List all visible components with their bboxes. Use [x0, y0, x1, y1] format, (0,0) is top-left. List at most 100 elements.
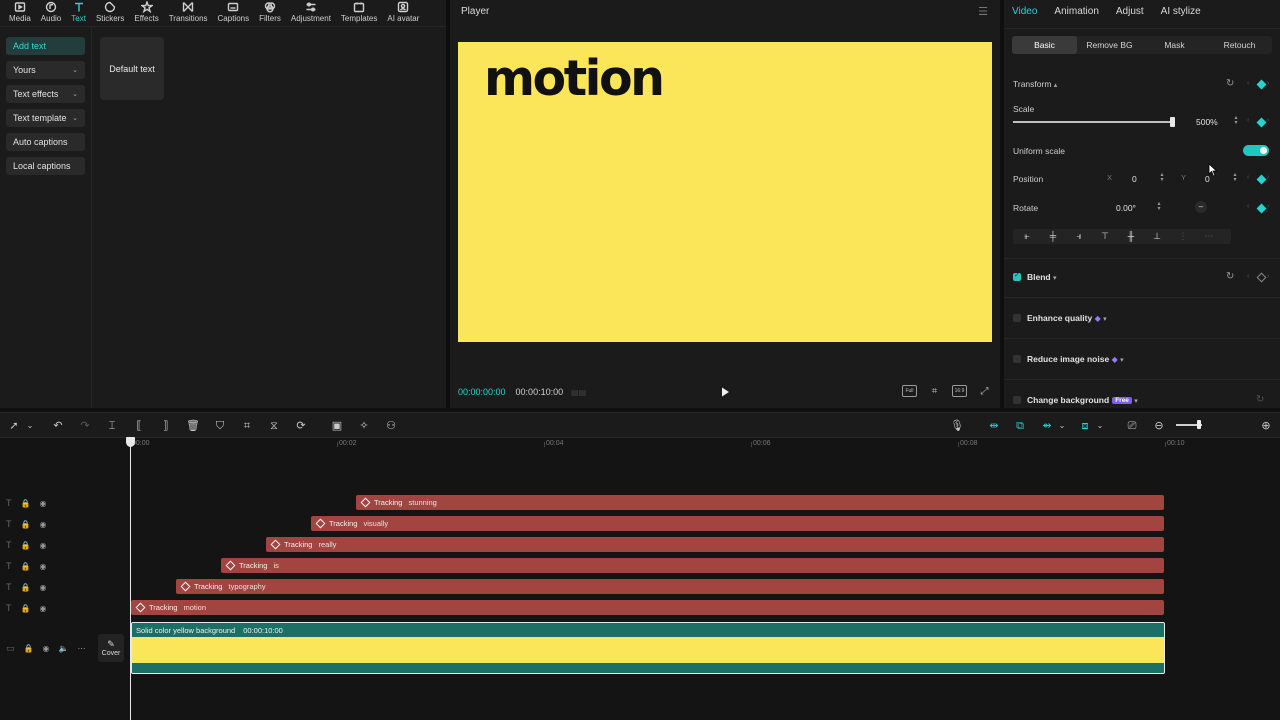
mirror-icon[interactable]: ⧖: [267, 419, 281, 433]
enhance-quality-header[interactable]: Enhance quality ◆ ▾: [1027, 313, 1107, 323]
crop-icon[interactable]: ⌗: [240, 419, 254, 433]
keyframe-icon[interactable]: [1256, 174, 1267, 185]
lock-icon[interactable]: 🔒: [21, 562, 31, 571]
rotate-stepper-icon[interactable]: ▴ ▾: [1156, 201, 1162, 212]
uniform-scale-toggle[interactable]: [1243, 145, 1269, 156]
ratio-button[interactable]: 16:9: [952, 385, 967, 397]
subtab-basic[interactable]: Basic: [1012, 36, 1077, 54]
player-canvas[interactable]: motion: [458, 42, 992, 342]
reset-icon[interactable]: ↻: [1226, 271, 1234, 282]
align-center-v-icon[interactable]: ╫: [1124, 231, 1138, 242]
enhance-quality-checkbox[interactable]: [1013, 314, 1021, 322]
magic-wand-icon[interactable]: ✧: [357, 419, 371, 433]
text-clip[interactable]: Tracking stunning: [356, 495, 1164, 510]
tool-ai-avatar[interactable]: AI avatar: [382, 0, 424, 26]
tab-video[interactable]: Video: [1012, 6, 1037, 17]
lock-icon[interactable]: 🔒: [21, 520, 31, 529]
chevron-down-icon[interactable]: ⌄: [1055, 419, 1069, 433]
align-top-icon[interactable]: ⊤: [1098, 231, 1112, 242]
redo-icon[interactable]: ↷: [78, 419, 92, 433]
split-right-icon[interactable]: ⟧: [159, 419, 173, 433]
position-x-stepper-icon[interactable]: ▴ ▾: [1159, 172, 1165, 183]
subtab-remove-bg[interactable]: Remove BG: [1077, 36, 1142, 54]
microphone-icon[interactable]: 🎙: [950, 419, 964, 433]
tool-captions[interactable]: Captions: [213, 0, 255, 26]
prev-keyframe-icon[interactable]: ‹: [1247, 80, 1249, 87]
tab-animation[interactable]: Animation: [1054, 6, 1098, 17]
eye-icon[interactable]: ◉: [39, 520, 46, 529]
reset-icon[interactable]: ↻: [1226, 78, 1234, 89]
subtab-mask[interactable]: Mask: [1142, 36, 1207, 54]
blend-checkbox[interactable]: [1013, 271, 1021, 281]
lock-icon[interactable]: 🔒: [24, 644, 34, 653]
tool-templates[interactable]: Templates: [336, 0, 382, 26]
align-left-icon[interactable]: ⫦: [1020, 231, 1034, 242]
position-x-input[interactable]: 0: [1132, 172, 1152, 185]
next-keyframe-icon[interactable]: ›: [1267, 174, 1269, 181]
nav-local-captions[interactable]: Local captions: [6, 157, 85, 175]
text-clip[interactable]: Tracking typography: [176, 579, 1164, 594]
lock-icon[interactable]: 🔒: [21, 499, 31, 508]
distribute-v-icon[interactable]: ⋯: [1202, 231, 1216, 242]
delete-icon[interactable]: 🗑: [186, 419, 200, 433]
prev-keyframe-icon[interactable]: ‹: [1247, 273, 1249, 280]
scale-input[interactable]: 500%: [1196, 115, 1228, 128]
distribute-h-icon[interactable]: ⋮: [1176, 231, 1190, 242]
change-background-header[interactable]: Change background Free ▾: [1027, 395, 1138, 405]
nav-auto-captions[interactable]: Auto captions: [6, 133, 85, 151]
nav-text-effects[interactable]: Text effects ⌄: [6, 85, 85, 103]
nav-add-text[interactable]: Add text: [6, 37, 85, 55]
scale-slider-track[interactable]: [1013, 121, 1173, 123]
align-right-icon[interactable]: ⫣: [1072, 231, 1086, 242]
eye-icon[interactable]: ◉: [39, 499, 46, 508]
audio-mute-icon[interactable]: 🔈: [58, 644, 68, 653]
keyframe-icon[interactable]: [1256, 79, 1267, 90]
text-clip[interactable]: Tracking visually: [311, 516, 1164, 531]
eye-icon[interactable]: ◉: [39, 541, 46, 550]
tool-media[interactable]: Media: [4, 0, 36, 26]
reduce-noise-header[interactable]: Reduce image noise ◆ ▾: [1027, 354, 1124, 364]
nav-yours[interactable]: Yours ⌄: [6, 61, 85, 79]
split-icon[interactable]: ⌶: [105, 419, 119, 433]
scale-slider-handle[interactable]: [1170, 117, 1175, 127]
person-icon[interactable]: ⚇: [384, 419, 398, 433]
scale-stepper-icon[interactable]: ▴ ▾: [1233, 115, 1239, 126]
freeze-frame-icon[interactable]: ▣: [330, 419, 344, 433]
next-keyframe-icon[interactable]: ›: [1267, 203, 1269, 210]
zoom-slider-handle[interactable]: [1197, 420, 1201, 429]
blend-header[interactable]: Blend ▾: [1027, 272, 1057, 282]
keyframe-icon[interactable]: [1256, 117, 1267, 128]
prev-keyframe-icon[interactable]: ‹: [1247, 203, 1249, 210]
caption-track-icon[interactable]: ⎚: [1125, 419, 1139, 433]
lock-icon[interactable]: 🔒: [21, 604, 31, 613]
zoom-in-icon[interactable]: ⊕: [1259, 419, 1273, 433]
lock-icon[interactable]: 🔒: [21, 583, 31, 592]
keyframe-icon[interactable]: [1256, 203, 1267, 214]
rotate-input[interactable]: 0.00°: [1116, 201, 1150, 214]
change-background-checkbox[interactable]: [1013, 396, 1021, 404]
full-quality-button[interactable]: Full: [902, 385, 917, 397]
align-bottom-icon[interactable]: ⊥: [1150, 231, 1164, 242]
video-clip[interactable]: Solid color yellow background 00:00:10:0…: [131, 622, 1165, 674]
text-clip[interactable]: Tracking is: [221, 558, 1164, 573]
eye-icon[interactable]: ◉: [39, 604, 46, 613]
align-center-h-icon[interactable]: ╪: [1046, 231, 1060, 242]
prev-keyframe-icon[interactable]: ‹: [1247, 174, 1249, 181]
split-left-icon[interactable]: ⟦: [132, 419, 146, 433]
more-icon[interactable]: ⋯: [77, 644, 85, 653]
cover-button[interactable]: ✎ Cover: [98, 634, 124, 662]
auto-snap-icon[interactable]: ⧉: [1013, 419, 1027, 433]
tool-transitions[interactable]: Transitions: [164, 0, 213, 26]
eye-icon[interactable]: ◉: [42, 644, 49, 653]
text-clip[interactable]: Tracking motion: [131, 600, 1164, 615]
tool-effects[interactable]: Effects: [129, 0, 163, 26]
tool-filters[interactable]: Filters: [254, 0, 286, 26]
text-clip[interactable]: Tracking really: [266, 537, 1164, 552]
tool-adjustment[interactable]: Adjustment: [286, 0, 336, 26]
prev-keyframe-icon[interactable]: ‹: [1247, 117, 1249, 124]
reduce-noise-checkbox[interactable]: [1013, 355, 1021, 363]
tool-stickers[interactable]: Stickers: [91, 0, 129, 26]
next-keyframe-icon[interactable]: ›: [1267, 117, 1269, 124]
tool-audio[interactable]: Audio: [36, 0, 66, 26]
tab-ai-stylize[interactable]: AI stylize: [1161, 6, 1201, 17]
